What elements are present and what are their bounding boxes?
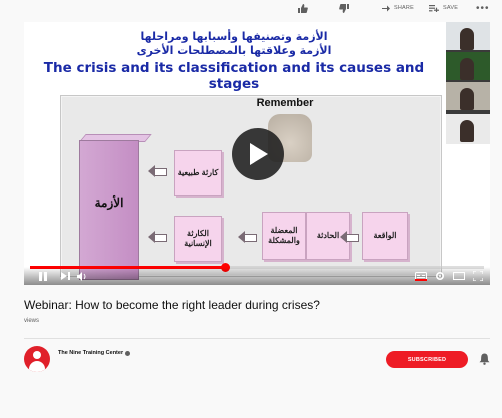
crisis-prism-label: الأزمة bbox=[94, 196, 124, 210]
theater-icon bbox=[453, 272, 465, 280]
channel-name: The Nine Training Center bbox=[58, 350, 124, 356]
webcam-tile bbox=[446, 114, 490, 144]
avatar-body bbox=[29, 361, 45, 372]
more-icon: ••• bbox=[476, 2, 490, 14]
participant-silhouette bbox=[460, 28, 474, 50]
participant-silhouette bbox=[460, 120, 474, 142]
next-icon bbox=[60, 272, 70, 280]
participant-silhouette bbox=[460, 88, 474, 110]
arrow-left-icon bbox=[148, 165, 167, 177]
share-label: SHARE bbox=[394, 5, 414, 11]
playlist-add-icon bbox=[429, 4, 439, 12]
pause-button[interactable] bbox=[38, 271, 48, 281]
pause-icon bbox=[39, 271, 47, 281]
settings-button[interactable] bbox=[434, 271, 446, 281]
slide-remember-label: Remember bbox=[256, 97, 314, 109]
fullscreen-button[interactable] bbox=[472, 271, 484, 281]
node-natural-disaster: كارثة طبيعية bbox=[174, 150, 222, 196]
verified-icon bbox=[125, 350, 131, 356]
dislike-button[interactable] bbox=[339, 0, 349, 16]
avatar-head bbox=[33, 351, 41, 359]
video-title: Webinar: How to become the right leader … bbox=[24, 298, 320, 312]
settings-icon bbox=[435, 271, 445, 281]
video-player[interactable]: الأزمة وتصنيفها وأسبابها ومراحلها الأزمة… bbox=[24, 22, 490, 285]
participant-silhouette bbox=[460, 58, 474, 80]
view-count: views bbox=[24, 318, 40, 324]
webcam-strip bbox=[446, 22, 490, 144]
slide-title-line3: The crisis and its classification and it… bbox=[43, 60, 425, 92]
arrow-left-icon bbox=[148, 231, 167, 243]
webcam-tile bbox=[446, 82, 490, 110]
play-icon bbox=[250, 143, 268, 165]
volume-button[interactable] bbox=[76, 271, 88, 281]
node-problem: المعضلة والمشكلة bbox=[262, 212, 306, 260]
divider bbox=[24, 338, 490, 339]
arrow-left-icon bbox=[238, 231, 257, 243]
save-label: SAVE bbox=[443, 5, 459, 11]
slide-title-line1: الأزمة وتصنيفها وأسبابها ومراحلها bbox=[140, 30, 328, 43]
webcam-tile bbox=[446, 22, 490, 50]
channel-avatar[interactable] bbox=[24, 346, 50, 372]
subscribe-button[interactable]: SUBSCRIBED bbox=[386, 351, 468, 368]
thumbs-up-icon bbox=[298, 3, 308, 13]
share-icon bbox=[382, 5, 390, 11]
fullscreen-icon bbox=[473, 271, 483, 281]
volume-icon bbox=[76, 271, 85, 281]
save-button[interactable]: SAVE bbox=[429, 0, 458, 16]
crisis-prism bbox=[79, 140, 139, 280]
share-button[interactable]: SHARE bbox=[382, 0, 414, 16]
channel-name-link[interactable]: The Nine Training Center bbox=[58, 350, 131, 356]
player-controls bbox=[24, 267, 490, 285]
theater-button[interactable] bbox=[452, 271, 466, 281]
play-button[interactable] bbox=[232, 128, 284, 180]
channel-row: The Nine Training Center SUBSCRIBED bbox=[24, 344, 490, 376]
page: الأزمة وتصنيفها وأسبابها ومراحلها الأزمة… bbox=[0, 0, 502, 418]
more-actions-button[interactable]: ••• bbox=[476, 0, 490, 16]
like-button[interactable] bbox=[298, 0, 308, 16]
notification-bell-icon[interactable] bbox=[479, 353, 490, 365]
captions-icon bbox=[415, 271, 427, 281]
node-human-disaster: الكارثة الإنسانية bbox=[174, 216, 222, 262]
webcam-tile bbox=[446, 52, 490, 80]
node-fact: الواقعة bbox=[362, 212, 408, 260]
arrow-left-icon bbox=[340, 231, 359, 243]
next-button[interactable] bbox=[60, 271, 70, 281]
slide-title-line2: الأزمة وعلاقتها بالمصطلحات الأخرى bbox=[136, 44, 332, 57]
thumbs-down-icon bbox=[339, 3, 349, 13]
captions-button[interactable] bbox=[414, 271, 428, 281]
